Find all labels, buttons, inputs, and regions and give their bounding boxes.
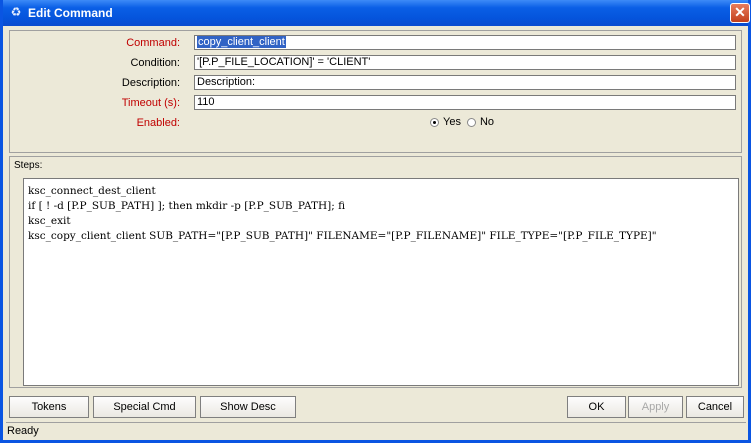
close-icon: ✕ (734, 4, 746, 20)
step-line: ksc_exit (28, 215, 71, 227)
condition-label: Condition: (130, 57, 180, 69)
close-button[interactable]: ✕ (730, 3, 750, 23)
step-line: ksc_connect_dest_client (28, 185, 156, 197)
show-desc-button[interactable]: Show Desc (200, 396, 296, 418)
command-value: copy_client_client (197, 36, 286, 48)
description-field[interactable]: Description: (194, 75, 736, 90)
steps-label: Steps: (14, 160, 43, 171)
enabled-yes-label: Yes (443, 116, 461, 128)
step-line: if [ ! -d [P.P_SUB_PATH] ]; then mkdir -… (28, 200, 346, 212)
status-bar: Ready (6, 422, 746, 439)
step-line: ksc_copy_client_client SUB_PATH="[P.P_SU… (28, 230, 657, 242)
cancel-button[interactable]: Cancel (686, 396, 744, 418)
apply-button[interactable]: Apply (628, 396, 683, 418)
enabled-label: Enabled: (136, 117, 180, 129)
ok-button[interactable]: OK (567, 396, 626, 418)
enabled-radio-group: Yes No (430, 116, 494, 128)
timeout-field[interactable]: 110 (194, 95, 736, 110)
enabled-no-radio[interactable] (466, 117, 476, 127)
command-field[interactable]: copy_client_client (194, 35, 736, 50)
enabled-no-label: No (479, 116, 495, 128)
timeout-label: Timeout (s): (121, 97, 180, 109)
command-label: Command: (126, 37, 180, 49)
steps-editor[interactable]: ksc_connect_dest_clientif [ ! -d [P.P_SU… (23, 178, 739, 386)
special-cmd-button[interactable]: Special Cmd (93, 396, 196, 418)
condition-field[interactable]: '[P.P_FILE_LOCATION]' = 'CLIENT' (194, 55, 736, 70)
app-icon: ♻ (10, 5, 22, 19)
command-fields-panel: Command: copy_client_client Condition: '… (9, 30, 742, 153)
description-label: Description: (121, 77, 180, 89)
enabled-yes-radio[interactable] (430, 117, 439, 127)
tokens-button[interactable]: Tokens (9, 396, 89, 418)
window-title: Edit Command (28, 6, 113, 20)
title-bar[interactable]: ♻ Edit Command ✕ (3, 0, 750, 26)
